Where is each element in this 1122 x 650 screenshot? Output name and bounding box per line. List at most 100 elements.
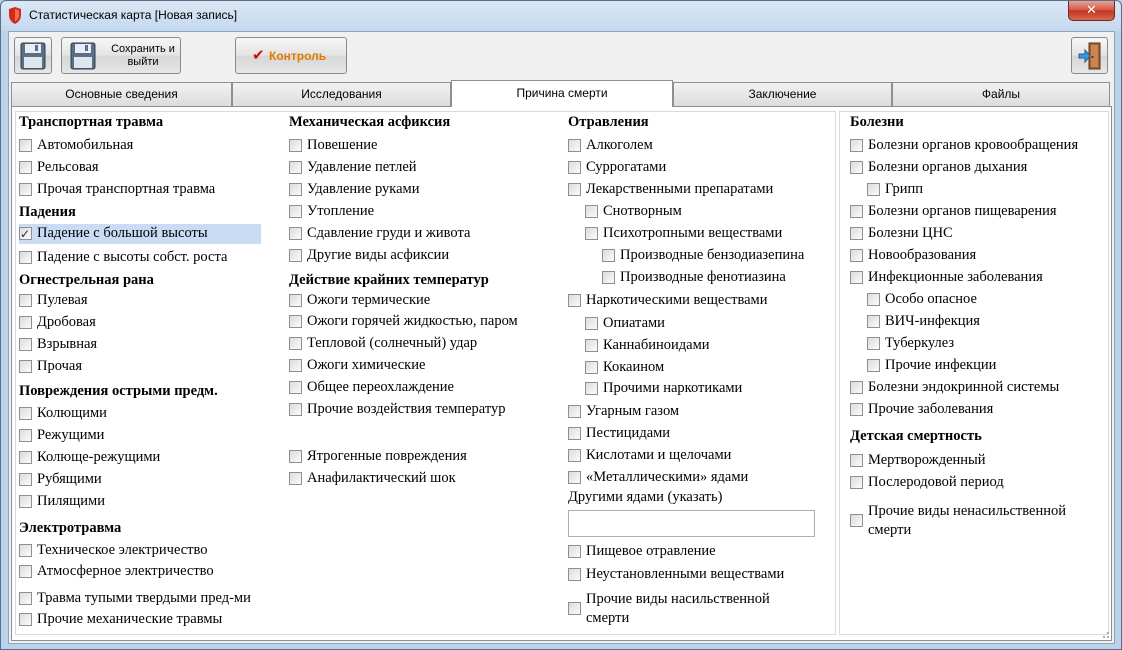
checkbox-box[interactable]: [568, 294, 581, 307]
checkbox-box[interactable]: [19, 495, 32, 508]
checkbox-label: Мертворожденный: [868, 452, 986, 468]
checkbox-box[interactable]: [19, 161, 32, 174]
checkbox-label: Повешение: [307, 137, 378, 153]
checkbox-box[interactable]: [19, 429, 32, 442]
checkbox-box[interactable]: [850, 454, 863, 467]
checkbox-label: Прочие виды ненасильственной смерти: [868, 503, 1066, 538]
checkbox-box[interactable]: [19, 473, 32, 486]
checkbox-box[interactable]: [289, 337, 302, 350]
checkbox-box[interactable]: [850, 205, 863, 218]
checkbox-label: Болезни органов пищеварения: [868, 203, 1057, 219]
tab-main-info[interactable]: Основные сведения: [11, 82, 232, 106]
checkbox-box[interactable]: [568, 568, 581, 581]
checkbox-box[interactable]: [867, 183, 880, 196]
checkbox-box[interactable]: [568, 427, 581, 440]
checkbox-box[interactable]: [289, 205, 302, 218]
checkbox-box[interactable]: [850, 514, 863, 527]
checkbox-box[interactable]: [850, 139, 863, 152]
control-button[interactable]: ✔ Контроль: [235, 37, 347, 74]
checkbox-box[interactable]: [289, 249, 302, 262]
checkbox-box[interactable]: [289, 139, 302, 152]
checkbox-label: Производные фенотиазина: [620, 269, 786, 285]
checkbox-label: Утопление: [307, 203, 375, 219]
checkbox-box[interactable]: [867, 337, 880, 350]
checkbox-other-violent[interactable]: Прочие виды насильственной смерти: [568, 590, 808, 630]
checkbox-box[interactable]: [585, 339, 598, 352]
checkbox-box[interactable]: [602, 271, 615, 284]
checkbox-box[interactable]: [867, 293, 880, 306]
checkbox-box[interactable]: [19, 294, 32, 307]
checkbox-box[interactable]: [850, 381, 863, 394]
exit-button[interactable]: [1071, 37, 1108, 74]
checkbox-box[interactable]: [19, 565, 32, 578]
close-button[interactable]: ✕: [1068, 1, 1115, 21]
checkbox-box[interactable]: [19, 407, 32, 420]
checkbox-label: Пилящими: [37, 493, 105, 509]
checkbox-box[interactable]: [289, 450, 302, 463]
checkbox-box[interactable]: [568, 161, 581, 174]
checkbox-label: Удавление руками: [307, 181, 420, 197]
checkbox-box[interactable]: [289, 183, 302, 196]
checkbox-box[interactable]: [289, 381, 302, 394]
tab-cause-of-death[interactable]: Причина смерти: [451, 80, 673, 107]
checkbox-box[interactable]: [19, 139, 32, 152]
tab-files[interactable]: Файлы: [892, 82, 1110, 106]
checkbox-label: Режущими: [37, 427, 105, 443]
checkbox-box[interactable]: [568, 183, 581, 196]
section-gunshot: Огнестрельная рана: [19, 272, 154, 288]
checkbox-box[interactable]: [19, 360, 32, 373]
checkbox-box[interactable]: [585, 361, 598, 374]
checkbox-box[interactable]: [867, 315, 880, 328]
checkbox-box[interactable]: [850, 227, 863, 240]
checkbox-box[interactable]: [19, 613, 32, 626]
checkbox-box[interactable]: [867, 359, 880, 372]
checkbox-other-nonviolent[interactable]: Прочие виды ненасильственной смерти: [850, 502, 1100, 542]
checkbox-box[interactable]: [19, 251, 32, 264]
checkbox-box[interactable]: [19, 451, 32, 464]
checkbox-label: Падение с высоты собст. роста: [37, 249, 228, 265]
checkbox-box[interactable]: [19, 183, 32, 196]
checkbox-box[interactable]: [568, 449, 581, 462]
tab-conclusion[interactable]: Заключение: [673, 82, 892, 106]
checkbox-box[interactable]: [568, 139, 581, 152]
checkbox-box[interactable]: [289, 161, 302, 174]
checkbox-box[interactable]: [289, 227, 302, 240]
resize-grip-icon[interactable]: [1100, 629, 1110, 639]
save-and-exit-button[interactable]: Сохранить и выйти: [61, 37, 181, 74]
checkbox-box[interactable]: [850, 476, 863, 489]
checkbox-box[interactable]: [289, 472, 302, 485]
checkbox-box[interactable]: [19, 338, 32, 351]
checkbox-box[interactable]: [585, 227, 598, 240]
checkbox-box[interactable]: [850, 161, 863, 174]
checkbox-label: Наркотическими веществами: [586, 292, 768, 308]
checkbox-box[interactable]: [850, 271, 863, 284]
title-bar[interactable]: Статистическая карта [Новая запись] ✕: [1, 1, 1121, 31]
checkbox-label: Прочие воздействия температур: [307, 401, 506, 417]
checkbox-box[interactable]: [850, 249, 863, 262]
checkbox-label: Взрывная: [37, 336, 98, 352]
checkbox-box[interactable]: [289, 403, 302, 416]
checkbox-fall-height[interactable]: Падение с большой высоты: [19, 224, 261, 244]
checkbox-box[interactable]: [568, 471, 581, 484]
checkbox-box[interactable]: [585, 382, 598, 395]
checkbox-box[interactable]: [585, 205, 598, 218]
checkbox-box[interactable]: [19, 316, 32, 329]
checkbox-label: Кислотами и щелочами: [586, 447, 732, 463]
checkbox-box[interactable]: [19, 592, 32, 605]
checkbox-box[interactable]: [289, 315, 302, 328]
checkbox-box[interactable]: [602, 249, 615, 262]
checkbox-box[interactable]: [568, 545, 581, 558]
checkbox-box[interactable]: [289, 294, 302, 307]
checkbox-box[interactable]: [19, 544, 32, 557]
checkbox-box[interactable]: [585, 317, 598, 330]
save-button[interactable]: [14, 37, 52, 74]
checkbox-box-checked[interactable]: [19, 225, 32, 243]
checkbox-label: Угарным газом: [586, 403, 680, 419]
checkbox-box[interactable]: [850, 403, 863, 416]
checkbox-label: Производные бензодиазепина: [620, 247, 805, 263]
other-poisons-input[interactable]: [568, 510, 815, 537]
checkbox-box[interactable]: [568, 405, 581, 418]
tab-research[interactable]: Исследования: [232, 82, 451, 106]
checkbox-box[interactable]: [568, 602, 581, 615]
checkbox-box[interactable]: [289, 359, 302, 372]
